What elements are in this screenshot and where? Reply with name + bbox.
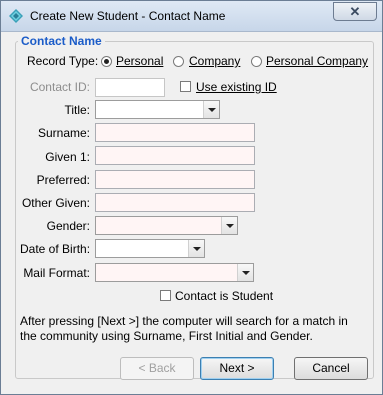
group-title: Contact Name bbox=[18, 34, 105, 48]
radio-company-label[interactable]: Company bbox=[189, 54, 240, 68]
close-icon: ✕ bbox=[349, 4, 361, 19]
title-label: Title: bbox=[64, 103, 90, 117]
back-button[interactable]: < Back bbox=[120, 357, 194, 380]
gender-select[interactable] bbox=[95, 216, 238, 235]
mail-format-label: Mail Format: bbox=[23, 266, 90, 280]
radio-company[interactable] bbox=[173, 56, 184, 67]
radio-personal-label[interactable]: Personal bbox=[116, 54, 163, 68]
surname-label: Surname: bbox=[37, 126, 90, 140]
surname-input[interactable] bbox=[95, 123, 255, 142]
chevron-down-icon[interactable] bbox=[188, 240, 204, 257]
given1-label: Given 1: bbox=[45, 150, 90, 164]
search-note: After pressing [Next >] the computer wil… bbox=[20, 314, 348, 343]
chevron-down-icon[interactable] bbox=[221, 217, 237, 234]
contact-id-input[interactable] bbox=[95, 78, 165, 97]
preferred-label: Preferred: bbox=[36, 173, 90, 187]
contact-is-student-checkbox[interactable] bbox=[160, 290, 171, 301]
app-diamond-icon bbox=[9, 9, 23, 23]
other-given-input[interactable] bbox=[95, 193, 255, 212]
radio-personal-company[interactable] bbox=[251, 56, 262, 67]
close-button[interactable]: ✕ bbox=[333, 2, 377, 21]
radio-personal[interactable] bbox=[101, 56, 112, 67]
dob-picker[interactable] bbox=[95, 239, 205, 258]
chevron-down-icon[interactable] bbox=[203, 101, 219, 118]
other-given-label: Other Given: bbox=[21, 196, 90, 210]
contact-id-label: Contact ID: bbox=[29, 80, 90, 94]
preferred-input[interactable] bbox=[95, 170, 255, 189]
next-button[interactable]: Next > bbox=[200, 357, 274, 380]
contact-is-student-label[interactable]: Contact is Student bbox=[175, 289, 273, 303]
gender-label: Gender: bbox=[46, 219, 90, 233]
chevron-down-icon[interactable] bbox=[237, 264, 253, 281]
record-type-label: Record Type: bbox=[27, 54, 99, 68]
dob-label: Date of Birth: bbox=[20, 242, 91, 256]
window-title: Create New Student - Contact Name bbox=[30, 9, 226, 23]
mail-format-select[interactable] bbox=[95, 263, 254, 282]
given1-input[interactable] bbox=[95, 146, 255, 165]
use-existing-id-checkbox[interactable] bbox=[180, 81, 191, 92]
radio-personal-company-label[interactable]: Personal Company bbox=[266, 54, 368, 68]
title-select[interactable] bbox=[95, 100, 220, 119]
cancel-button[interactable]: Cancel bbox=[294, 357, 368, 380]
title-bar[interactable]: Create New Student - Contact Name ✕ bbox=[1, 1, 382, 32]
use-existing-id-label[interactable]: Use existing ID bbox=[196, 80, 277, 94]
